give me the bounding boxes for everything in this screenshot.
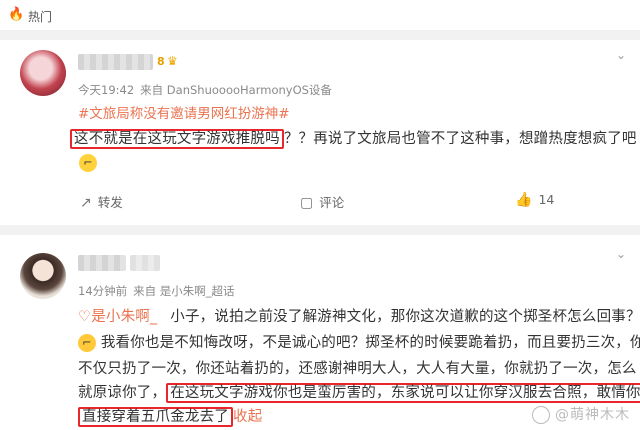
post-meta: 今天19:42 来自 DanShuooooHarmonyOS设备	[78, 82, 332, 98]
crown-icon: ♛	[167, 54, 178, 68]
comment-icon: ▢	[300, 195, 314, 211]
avatar[interactable]	[20, 50, 66, 96]
divider	[0, 30, 640, 40]
weibo-logo-icon	[531, 406, 550, 424]
vip-badge: 8	[157, 55, 165, 68]
repost-button[interactable]: ↗ 转发	[80, 192, 123, 211]
highlight-text-1: 在这玩文字游戏你也是蛮厉害的	[170, 385, 377, 401]
repost-label: 转发	[97, 195, 123, 210]
comment-label: 评论	[319, 195, 345, 210]
username-badge-blurred	[130, 255, 160, 271]
watermark-text: @萌神木木	[555, 407, 630, 423]
post-time: 14分钟前	[78, 284, 128, 298]
post-time: 今天19:42	[78, 83, 135, 97]
heart-icon: ♡	[78, 309, 92, 325]
username-blurred[interactable]	[78, 255, 126, 271]
repost-icon: ↗	[80, 195, 92, 211]
avatar[interactable]	[20, 253, 66, 299]
collapse-link[interactable]: 收起	[233, 409, 262, 425]
hot-label: 热门	[28, 10, 53, 24]
post-meta: 14分钟前 来自 是小朱啊_超话	[78, 283, 235, 299]
emoji-icon: ⌐	[79, 154, 97, 172]
divider	[0, 225, 640, 235]
comment-button[interactable]: ▢ 评论	[300, 192, 344, 211]
highlight-text-3: 敢情你	[596, 385, 640, 401]
post-text-line2: 我看你也是不知悔改呀，不是诚心的吧？掷圣杯的时候要跪着扔，而且要扔三次，你	[100, 335, 640, 351]
highlight-box: 在这玩文字游戏你也是蛮厉害的，东家说可以让你穿汉服去合照，敢情你	[166, 383, 640, 403]
post-text-line: ♡是小朱啊_ 小子，说拍之前没了解游神文化，那你这次道歉的这个掷圣杯怎么回事？	[78, 305, 640, 326]
post-text-line: 就原谅你了， 在这玩文字游戏你也是蛮厉害的，东家说可以让你穿汉服去合照，敢情你	[78, 381, 640, 403]
post-text-line: 直接穿着五爪金龙去了 收起	[78, 405, 262, 427]
post-text-line: 不仅只扔了一次，你还站着扔的，还感谢神明大人，大人有大量，你就扔了一次，怎么	[78, 361, 637, 377]
watermark: @萌神木木	[531, 404, 630, 424]
fire-icon: 🔥	[8, 7, 25, 22]
user-mention[interactable]: 是小朱啊_	[91, 309, 157, 325]
post-source: 来自 是小朱啊_超话	[133, 284, 235, 298]
post-card: ⌄ 14分钟前 来自 是小朱啊_超话 ♡是小朱啊_ 小子，说拍之前没了解游神文化，…	[0, 235, 640, 430]
post-text-line4a: 就原谅你了，	[78, 385, 167, 401]
chevron-down-icon[interactable]: ⌄	[616, 48, 626, 62]
thumbs-up-icon: 👍	[515, 192, 533, 208]
highlight-text-2: ，东家说可以让你穿汉服去合照，	[376, 385, 597, 401]
hot-section-header: 🔥 热门	[0, 0, 640, 30]
username-blurred[interactable]	[78, 54, 153, 70]
like-button[interactable]: 👍 14	[515, 192, 554, 208]
post-card: ⌄ 8 ♛ 今天19:42 来自 DanShuooooHarmonyOS设备 #文…	[0, 40, 640, 225]
like-count: 14	[538, 192, 555, 207]
topic-link[interactable]: #文旅局称没有邀请男网红扮游神#	[78, 102, 290, 122]
post-text-rest: ？？再说了文旅局也管不了这种事，想蹭热度想疯了吧	[283, 131, 637, 147]
post-text: 这不就是在这玩文字游戏推脱吗 ？？再说了文旅局也管不了这种事，想蹭热度想疯了吧	[70, 127, 637, 149]
highlight-box: 这不就是在这玩文字游戏推脱吗	[70, 129, 284, 149]
highlight-box: 直接穿着五爪金龙去了	[78, 407, 233, 427]
post-text-line: ⌐ 我看你也是不知悔改呀，不是诚心的吧？掷圣杯的时候要跪着扔，而且要扔三次，你	[78, 331, 640, 352]
post-source: 来自 DanShuooooHarmonyOS设备	[140, 83, 332, 97]
emoji-icon: ⌐	[78, 334, 96, 352]
post-text-line1: 小子，说拍之前没了解游神文化，那你这次道歉的这个掷圣杯怎么回事？	[170, 309, 640, 325]
chevron-down-icon[interactable]: ⌄	[616, 247, 626, 261]
